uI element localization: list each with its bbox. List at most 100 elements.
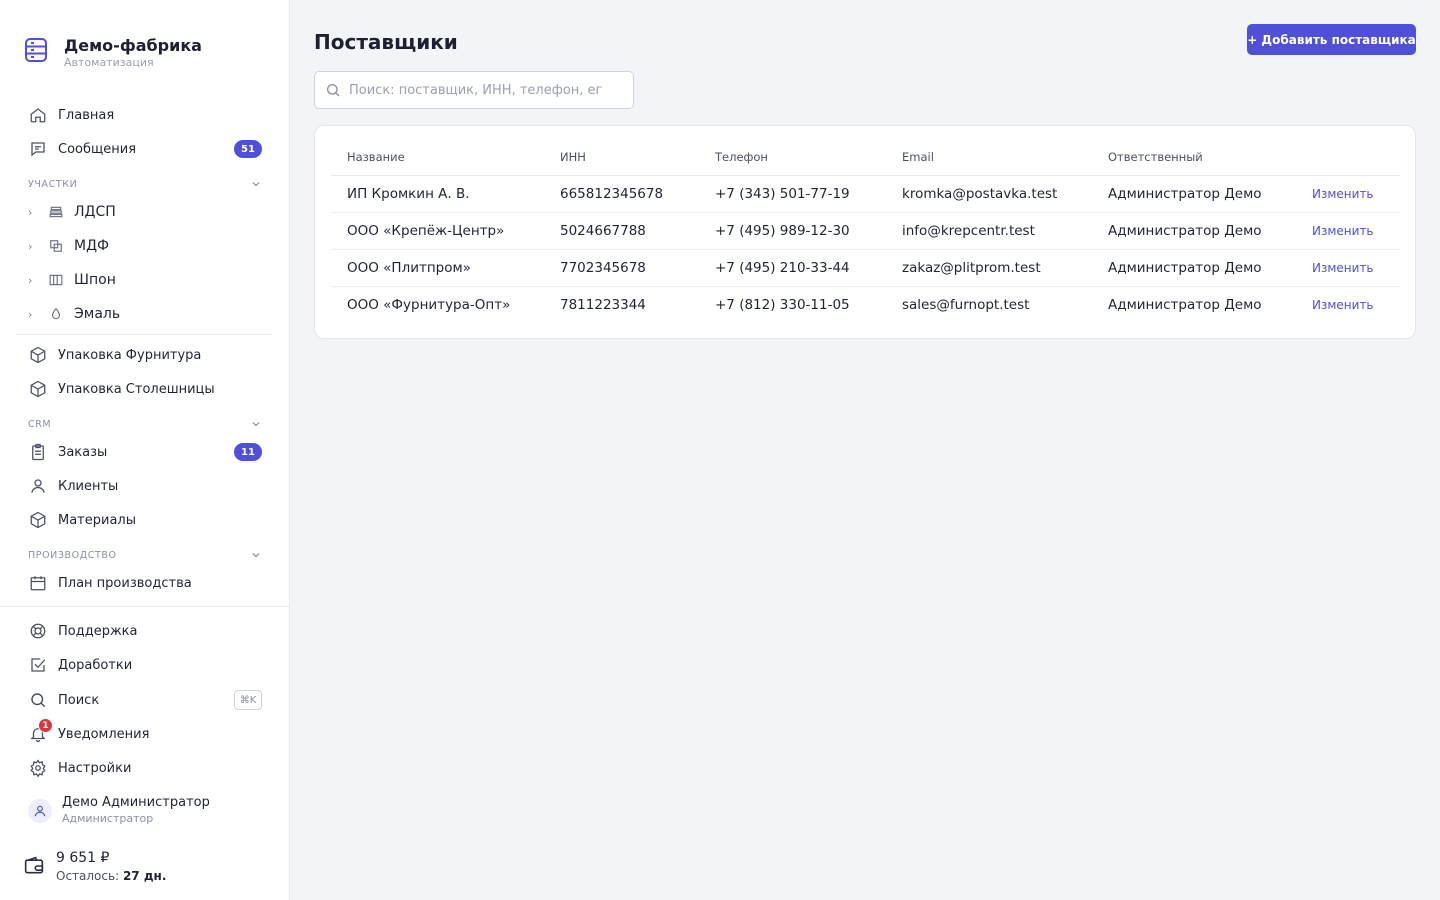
search-icon: [327, 84, 340, 97]
wallet-balance[interactable]: 9 651 ₽ Осталось: 27 дн.: [24, 848, 166, 884]
section-crm-header[interactable]: CRM: [28, 416, 262, 432]
section-label: CRM: [28, 418, 52, 430]
server-logo-icon: [25, 38, 47, 62]
user-icon: [28, 476, 48, 496]
edit-link[interactable]: Изменить: [1296, 249, 1400, 287]
remaining-value: 27 дн.: [122, 869, 167, 883]
cell-email: info@krepcentr.test: [886, 212, 1092, 250]
chevron-right-icon: ›: [28, 307, 33, 321]
section-label: Участки: [28, 178, 78, 190]
cube-icon: [28, 510, 48, 530]
copy-icon: [48, 238, 64, 254]
sidebar-item-orders[interactable]: Заказы 11: [28, 437, 262, 467]
cell-name: ООО «Плитпром»: [331, 249, 544, 287]
sidebar-item-packing-tops[interactable]: Упаковка Столешницы: [28, 374, 262, 404]
user-profile[interactable]: Демо Администратор Администратор: [28, 794, 210, 827]
sidebar-item-label: Поддержка: [58, 623, 138, 639]
sidebar-item-label: Клиенты: [58, 478, 119, 494]
messages-count-badge: 51: [234, 140, 262, 158]
sidebar-item-veneer[interactable]: › Шпон: [28, 265, 262, 295]
cell-email: sales@furnopt.test: [902, 296, 1030, 313]
column-header-actions: [1296, 140, 1400, 176]
cell-inn: 7702345678: [544, 249, 699, 287]
cell-owner: Администратор Демо: [1108, 296, 1262, 313]
sidebar-item-materials[interactable]: Материалы: [28, 505, 262, 535]
sidebar-item-label: Шпон: [74, 272, 116, 288]
sidebar-item-label: Доработки: [58, 657, 133, 673]
sidebar: Демо-фабрика Автоматизация Главная Сообщ…: [0, 0, 290, 900]
page-title: Поставщики: [314, 30, 458, 54]
sidebar-item-notifications[interactable]: 1 Уведомления: [28, 718, 262, 749]
edit-link[interactable]: Изменить: [1296, 175, 1400, 213]
cell-inn: 7811223344: [560, 296, 646, 313]
search-input[interactable]: [349, 82, 629, 98]
sidebar-item-home[interactable]: Главная: [28, 100, 262, 130]
table-row[interactable]: ООО «Фурнитура-Опт» 7811223344 +7 (812) …: [331, 286, 1400, 323]
sidebar-item-clients[interactable]: Клиенты: [28, 471, 262, 501]
chevron-down-icon: [252, 553, 260, 558]
cell-owner: Администратор Демо: [1092, 249, 1296, 287]
lifebuoy-icon: [28, 621, 48, 641]
sidebar-item-label: Материалы: [58, 512, 136, 528]
table-row[interactable]: ИП Кромкин А. В. 665812345678 +7 (343) 5…: [331, 175, 1400, 213]
sidebar-item-enamel[interactable]: › Эмаль: [28, 299, 262, 329]
cell-owner: Администратор Демо: [1092, 175, 1296, 213]
notification-count-badge: 1: [38, 718, 53, 733]
remaining-days: Осталось: 27 дн.: [56, 868, 166, 884]
sidebar-item-ldsp[interactable]: › ЛДСП: [28, 197, 262, 227]
sidebar-item-search[interactable]: Поиск ⌘K: [28, 685, 262, 715]
user-name: Демо Администратор: [62, 795, 210, 810]
sidebar-item-improvements[interactable]: Доработки: [28, 650, 262, 680]
column-header-email[interactable]: Email: [886, 140, 1092, 176]
edit-link[interactable]: Изменить: [1296, 212, 1400, 250]
sidebar-item-mdf[interactable]: › МДФ: [28, 231, 262, 261]
sidebar-item-label: Сообщения: [58, 141, 137, 157]
cell-name: ООО «Крепёж-Центр»: [331, 212, 544, 250]
sidebar-item-label: Упаковка Фурнитура: [58, 347, 202, 363]
edit-link[interactable]: Изменить: [1296, 286, 1400, 323]
cell-email: zakaz@plitprom.test: [886, 249, 1092, 287]
sidebar-item-label: Главная: [58, 107, 115, 123]
sidebar-item-label: Поиск: [58, 692, 100, 708]
gear-icon: [28, 758, 48, 778]
sidebar-item-messages[interactable]: Сообщения 51: [28, 134, 262, 164]
drop-icon: [48, 306, 64, 322]
sidebar-item-label: ЛДСП: [74, 204, 116, 220]
brand-subtitle: Автоматизация: [64, 56, 154, 69]
cell-inn: 665812345678: [544, 175, 699, 213]
brand[interactable]: Демо-фабрика Автоматизация: [24, 36, 202, 70]
sidebar-item-settings[interactable]: Настройки: [28, 753, 262, 783]
calendar-icon: [28, 573, 48, 593]
user-icon: [34, 805, 46, 816]
sidebar-item-label: План производства: [58, 575, 192, 591]
remaining-label: Осталось:: [56, 869, 120, 883]
search-box[interactable]: [314, 71, 634, 109]
chevron-right-icon: ›: [28, 205, 33, 219]
table-header-row: Название ИНН Телефон Email Ответственный: [331, 140, 1400, 176]
box-icon: [28, 379, 48, 399]
chevron-right-icon: ›: [28, 239, 33, 253]
avatar: [28, 798, 52, 823]
box-icon: [28, 345, 48, 365]
sidebar-item-production-plan[interactable]: План производства: [28, 568, 262, 598]
column-header-inn[interactable]: ИНН: [544, 140, 699, 176]
column-header-owner[interactable]: Ответственный: [1092, 140, 1296, 176]
sidebar-item-packing-hardware[interactable]: Упаковка Фурнитура: [28, 340, 262, 370]
home-icon: [28, 105, 48, 125]
cell-phone: +7 (495) 210-33-44: [699, 249, 886, 287]
sidebar-item-support[interactable]: Поддержка: [28, 616, 262, 646]
section-label: Производство: [28, 549, 117, 561]
user-role: Администратор: [62, 812, 154, 825]
column-header-phone[interactable]: Телефон: [699, 140, 886, 176]
table-row[interactable]: ООО «Плитпром» 7702345678 +7 (495) 210-3…: [331, 249, 1400, 287]
column-header-name[interactable]: Название: [331, 140, 544, 176]
section-sites-header[interactable]: Участки: [28, 176, 262, 192]
cell-phone: +7 (495) 989-12-30: [699, 212, 886, 250]
section-production-header[interactable]: Производство: [28, 547, 262, 563]
sidebar-item-label: Заказы: [58, 444, 108, 460]
divider: [16, 334, 272, 335]
add-supplier-button[interactable]: + Добавить поставщика: [1247, 24, 1416, 55]
brand-title: Демо-фабрика: [64, 36, 202, 55]
message-icon: [28, 139, 48, 159]
table-row[interactable]: ООО «Крепёж-Центр» 5024667788 +7 (495) 9…: [331, 212, 1400, 250]
